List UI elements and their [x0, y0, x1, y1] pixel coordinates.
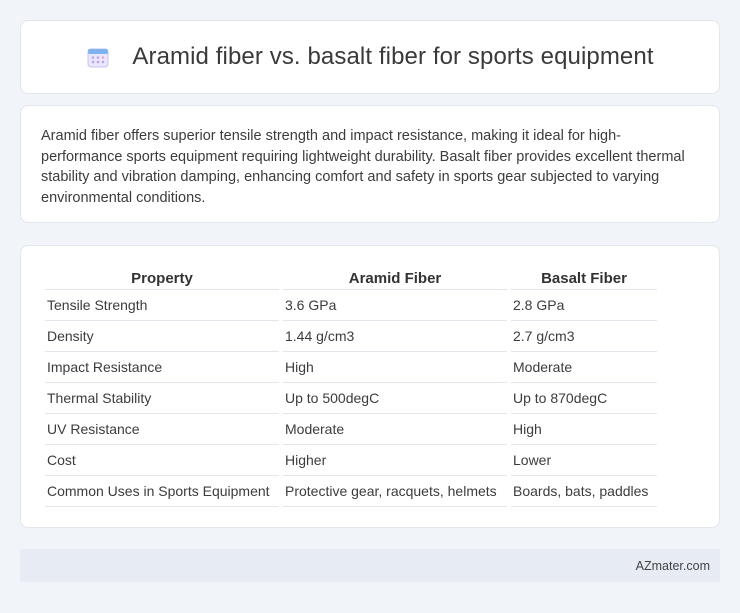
table-row: Thermal Stability Up to 500degC Up to 87… [45, 383, 657, 414]
table-row: Cost Higher Lower [45, 445, 657, 476]
header-basalt: Basalt Fiber [511, 266, 657, 290]
table-cell: Thermal Stability [45, 383, 279, 414]
table-cell: Impact Resistance [45, 352, 279, 383]
table-cell: 1.44 g/cm3 [283, 321, 507, 352]
table-cell: UV Resistance [45, 414, 279, 445]
table-header-row: Property Aramid Fiber Basalt Fiber [45, 266, 657, 290]
footer: AZmater.com [20, 549, 720, 582]
table-cell: High [511, 414, 657, 445]
table-row: Impact Resistance High Moderate [45, 352, 657, 383]
table-cell: Moderate [511, 352, 657, 383]
comparison-table: Property Aramid Fiber Basalt Fiber Tensi… [41, 266, 661, 507]
table-cell: Density [45, 321, 279, 352]
table-cell: Tensile Strength [45, 290, 279, 321]
table-cell: 2.7 g/cm3 [511, 321, 657, 352]
table-row: UV Resistance Moderate High [45, 414, 657, 445]
page-title: Aramid fiber vs. basalt fiber for sports… [132, 43, 654, 70]
table-cell: Moderate [283, 414, 507, 445]
header-aramid: Aramid Fiber [283, 266, 507, 290]
table-cell: Common Uses in Sports Equipment [45, 476, 279, 507]
table-cell: Protective gear, racquets, helmets [283, 476, 507, 507]
description-text: Aramid fiber offers superior tensile str… [41, 128, 685, 206]
table-cell: Higher [283, 445, 507, 476]
table-cell: Cost [45, 445, 279, 476]
table-row: Common Uses in Sports Equipment Protecti… [45, 476, 657, 507]
calendar-icon [87, 48, 109, 68]
description-card: Aramid fiber offers superior tensile str… [20, 105, 720, 223]
table-cell: Lower [511, 445, 657, 476]
header-property: Property [45, 266, 279, 290]
comparison-table-card: Property Aramid Fiber Basalt Fiber Tensi… [20, 245, 720, 528]
table-cell: Up to 870degC [511, 383, 657, 414]
table-cell: 2.8 GPa [511, 290, 657, 321]
table-cell: High [283, 352, 507, 383]
footer-site-link[interactable]: AZmater.com [636, 559, 710, 573]
table-row: Density 1.44 g/cm3 2.7 g/cm3 [45, 321, 657, 352]
table-cell: 3.6 GPa [283, 290, 507, 321]
table-row: Tensile Strength 3.6 GPa 2.8 GPa [45, 290, 657, 321]
table-cell: Boards, bats, paddles [511, 476, 657, 507]
title-card: Aramid fiber vs. basalt fiber for sports… [20, 20, 720, 94]
table-cell: Up to 500degC [283, 383, 507, 414]
